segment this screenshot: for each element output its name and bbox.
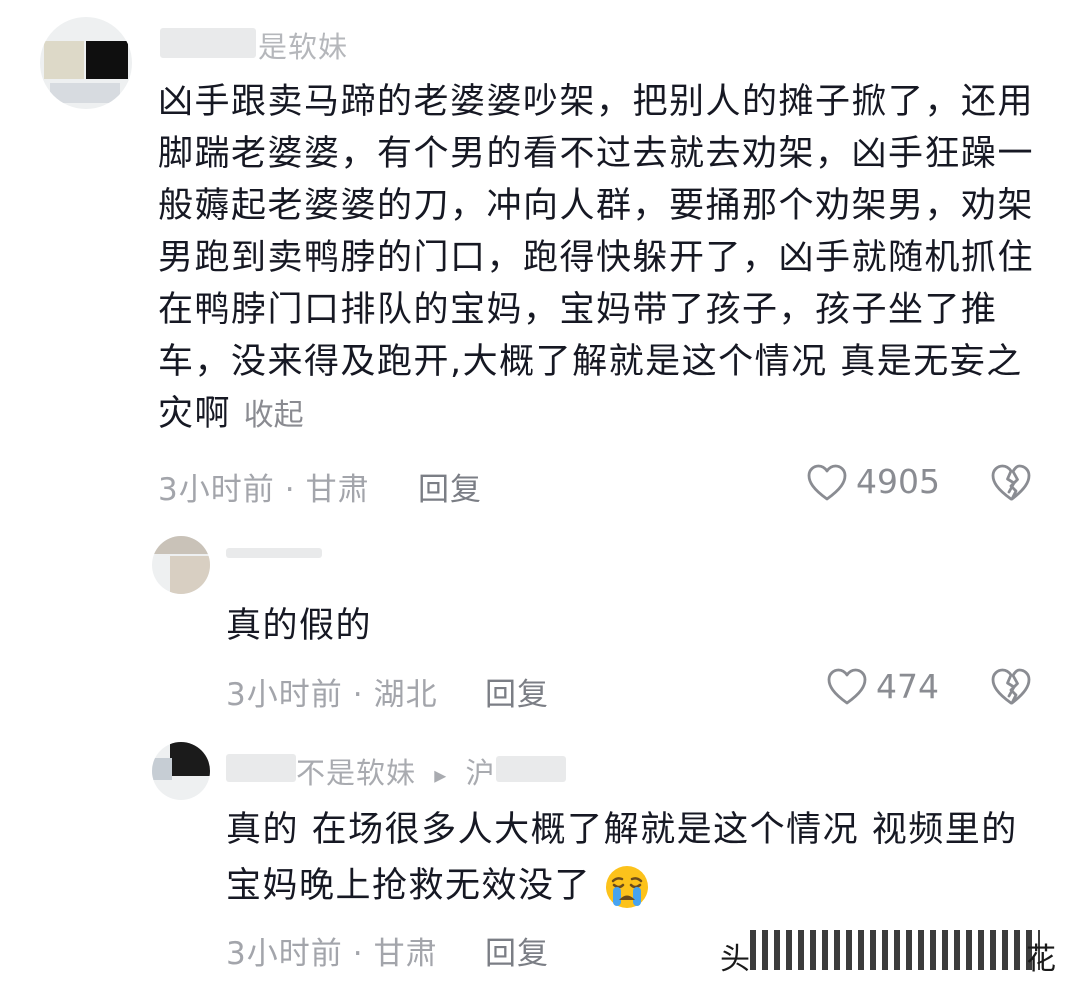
reply-avatar[interactable] xyxy=(152,536,210,594)
crying-face-emoji xyxy=(604,864,650,910)
reply-time: 3小时前 xyxy=(226,677,343,713)
reply-button[interactable]: 回复 xyxy=(418,464,482,509)
comment-body: 凶手跟卖马蹄的老婆婆吵架，把别人的摊子掀了，还用脚踹老婆婆，有个男的看不过去就去… xyxy=(158,82,1035,434)
reply-text: 真的 在场很多人大概了解就是这个情况 视频里的宝妈晚上抢救无效没了 xyxy=(226,802,1026,914)
comment-location: 甘肃 xyxy=(305,472,370,508)
reply-button[interactable]: 回复 xyxy=(485,669,549,714)
like-count: 474 xyxy=(876,667,939,706)
avatar-obscure-block xyxy=(152,536,210,554)
meta-separator: · xyxy=(352,677,364,713)
like-button[interactable] xyxy=(806,462,848,504)
reply-username[interactable]: 不是软妹 ▸ 沪 xyxy=(296,750,496,792)
watermark-right: 花 xyxy=(1026,942,1056,977)
avatar-obscure-block xyxy=(152,758,172,780)
username-obscured xyxy=(226,548,322,558)
comment-meta: 3小时前 · 甘肃 xyxy=(158,464,370,509)
reply-time: 3小时前 xyxy=(226,936,343,972)
comment-text: 凶手跟卖马蹄的老婆婆吵架，把别人的摊子掀了，还用脚踹老婆婆，有个男的看不过去就去… xyxy=(158,76,1038,442)
avatar[interactable] xyxy=(40,17,132,109)
reply-to-arrow-icon: ▸ xyxy=(434,761,448,789)
meta-separator: · xyxy=(284,472,296,508)
reply-text: 真的假的 xyxy=(226,606,373,646)
collapse-button[interactable]: 收起 xyxy=(244,398,304,433)
avatar-obscure-block xyxy=(170,556,210,594)
username-obscured xyxy=(226,754,296,782)
reply-button[interactable]: 回复 xyxy=(485,928,549,973)
reply-location: 湖北 xyxy=(373,677,438,713)
meta-separator: · xyxy=(352,936,364,972)
dislike-button[interactable] xyxy=(990,666,1032,708)
watermark-left: 头 xyxy=(720,942,750,977)
like-button[interactable] xyxy=(826,666,868,708)
avatar-obscure-block xyxy=(86,41,128,79)
comment-username[interactable]: 是软妹 xyxy=(258,24,348,66)
dislike-button[interactable] xyxy=(990,462,1032,504)
reply-meta: 3小时前 · 甘肃 xyxy=(226,928,438,973)
avatar-obscure-block xyxy=(50,83,120,103)
watermark-obscure xyxy=(750,930,1040,970)
avatar-obscure-block xyxy=(170,742,210,776)
heart-outline-icon xyxy=(827,668,867,705)
heart-outline-icon xyxy=(807,464,847,501)
comment-time: 3小时前 xyxy=(158,472,275,508)
username-obscured xyxy=(160,28,256,58)
reply-to-username: 沪 xyxy=(465,756,496,790)
reply-avatar[interactable] xyxy=(152,742,210,800)
reply-meta: 3小时前 · 湖北 xyxy=(226,669,438,714)
reply-location: 甘肃 xyxy=(373,936,438,972)
username-obscured xyxy=(496,756,566,782)
like-count: 4905 xyxy=(856,462,940,501)
avatar-obscure-block xyxy=(44,41,84,79)
reply-username-text: 不是软妹 xyxy=(296,756,417,790)
broken-heart-icon xyxy=(991,464,1031,501)
watermark: 头 花 xyxy=(720,928,1060,977)
broken-heart-icon xyxy=(991,668,1031,705)
